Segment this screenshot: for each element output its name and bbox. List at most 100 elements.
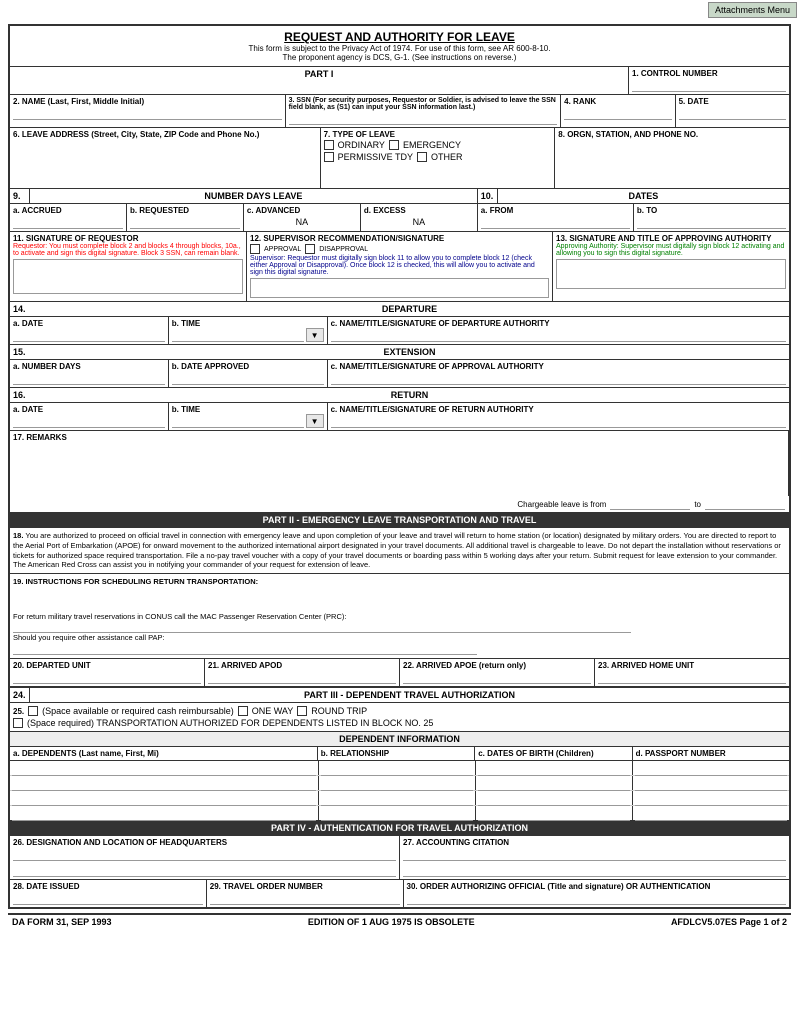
field16b-time: b. TIME ▼	[169, 403, 328, 430]
dep3-rel-input[interactable]	[321, 792, 473, 806]
field19-pap-input[interactable]	[13, 643, 477, 655]
departure-date-input[interactable]	[13, 328, 165, 342]
control-number-input[interactable]	[632, 78, 786, 92]
emergency-label: EMERGENCY	[403, 140, 461, 150]
return-time-input[interactable]	[172, 414, 304, 428]
chargeable-row: Chargeable leave is from to	[10, 496, 789, 512]
date-issued-input[interactable]	[13, 891, 203, 905]
field24-num: 24.	[10, 688, 30, 702]
permissive-checkbox[interactable]	[324, 152, 334, 162]
sig11-area[interactable]	[13, 259, 243, 294]
ext-authority-input[interactable]	[331, 371, 786, 385]
rank-input[interactable]	[564, 106, 671, 120]
field14b-time: b. TIME ▼	[169, 317, 328, 344]
part4-header: PART IV - AUTHENTICATION FOR TRAVEL AUTH…	[10, 821, 789, 836]
dep1-passport-input[interactable]	[635, 762, 787, 776]
to-input[interactable]	[637, 215, 786, 229]
field15b-dateapproved: b. DATE APPROVED	[169, 360, 328, 387]
departure-authority-input[interactable]	[331, 328, 786, 342]
dep1-dob-input[interactable]	[478, 762, 630, 776]
round-trip-checkbox[interactable]	[297, 706, 307, 716]
departed-unit-input[interactable]	[13, 670, 201, 684]
emergency-checkbox[interactable]	[389, 140, 399, 150]
address-input[interactable]	[13, 139, 317, 184]
arrived-apoe-input[interactable]	[403, 670, 591, 684]
dep2-dob-input[interactable]	[478, 777, 630, 791]
field21-arrived-apod: 21. ARRIVED APOD	[205, 659, 400, 686]
ext-dateapproved-input[interactable]	[172, 371, 324, 385]
field6-address: 6. LEAVE ADDRESS (Street, City, State, Z…	[10, 128, 321, 188]
accounting-input2[interactable]	[403, 863, 786, 877]
field10a: a. FROM	[478, 204, 634, 231]
form-title: REQUEST AND AUTHORITY FOR LEAVE	[12, 30, 787, 44]
dep3-passport-input[interactable]	[635, 792, 787, 806]
ordinary-label: ORDINARY	[338, 140, 385, 150]
remarks-input[interactable]	[13, 442, 785, 492]
permissive-label: PERMISSIVE TDY	[338, 152, 413, 162]
ssn-input[interactable]	[289, 111, 558, 125]
field16a-date: a. DATE	[10, 403, 169, 430]
time-dropdown-arrow[interactable]: ▼	[306, 328, 324, 342]
date-input[interactable]	[679, 106, 786, 120]
dep4-rel-input[interactable]	[321, 807, 473, 821]
dep-info-header: DEPENDENT INFORMATION	[10, 732, 789, 747]
approval-checkbox[interactable]	[250, 244, 260, 254]
dep4-passport-input[interactable]	[635, 807, 787, 821]
return-date-input[interactable]	[13, 414, 165, 428]
form-subtitle2: The proponent agency is DCS, G-1. (See i…	[12, 53, 787, 62]
hq-input2[interactable]	[13, 863, 396, 877]
field9b: b. REQUESTED	[127, 204, 244, 231]
ordinary-checkbox[interactable]	[324, 140, 334, 150]
dep1-name-input[interactable]	[12, 762, 316, 776]
field9d: d. EXCESS NA	[361, 204, 477, 231]
dep2-name-input[interactable]	[12, 777, 316, 791]
one-way-label: ONE WAY	[252, 706, 294, 716]
dep4-name-input[interactable]	[12, 807, 316, 821]
field29-travel-order: 29. TRAVEL ORDER NUMBER	[207, 880, 404, 907]
requested-input[interactable]	[130, 215, 240, 229]
footer-edition-label: EDITION OF 1 AUG 1975 IS OBSOLETE	[308, 917, 475, 927]
other-checkbox[interactable]	[417, 152, 427, 162]
field8-orgn: 8. ORGN, STATION, AND PHONE NO.	[555, 128, 789, 188]
field10-header: DATES	[498, 189, 789, 203]
return-time-dropdown[interactable]: ▼	[306, 414, 324, 428]
dep3-dob-input[interactable]	[478, 792, 630, 806]
field17-remarks-section: 17. REMARKS Chargeable leave is from to	[10, 431, 789, 513]
dep1-rel-input[interactable]	[321, 762, 473, 776]
departure-time-input[interactable]	[172, 328, 304, 342]
dep3-name-input[interactable]	[12, 792, 316, 806]
space-avail-checkbox[interactable]	[28, 706, 38, 716]
dep4-dob-input[interactable]	[478, 807, 630, 821]
return-authority-input[interactable]	[331, 414, 786, 428]
travel-order-input[interactable]	[210, 891, 400, 905]
dep-row-1	[10, 761, 789, 776]
ext-numdays-input[interactable]	[13, 371, 165, 385]
from-input[interactable]	[481, 215, 630, 229]
one-way-checkbox[interactable]	[238, 706, 248, 716]
attachments-menu-button[interactable]: Attachments Menu	[708, 2, 797, 18]
dep2-passport-input[interactable]	[635, 777, 787, 791]
chargeable-to-input[interactable]	[705, 498, 785, 510]
disapproval-checkbox[interactable]	[305, 244, 315, 254]
field27-accounting: 27. ACCOUNTING CITATION	[400, 836, 789, 879]
auth-official-input[interactable]	[407, 891, 787, 905]
dep2-rel-input[interactable]	[321, 777, 473, 791]
space-req-checkbox[interactable]	[13, 718, 23, 728]
sig13-area[interactable]	[556, 259, 786, 289]
field30-authorizing-official: 30. ORDER AUTHORIZING OFFICIAL (Title an…	[404, 880, 790, 907]
arrived-apod-input[interactable]	[208, 670, 396, 684]
field19-instructions-input[interactable]	[13, 587, 786, 609]
arrived-home-input[interactable]	[598, 670, 786, 684]
accounting-input[interactable]	[403, 847, 786, 861]
field25-num: 25.	[13, 707, 24, 716]
hq-input[interactable]	[13, 847, 396, 861]
chargeable-from-input[interactable]	[610, 498, 690, 510]
sig12-area[interactable]	[250, 278, 549, 298]
accrued-input[interactable]	[13, 215, 123, 229]
field10-num: 10.	[478, 189, 498, 203]
field19-conus-input[interactable]	[13, 621, 631, 633]
round-trip-label: ROUND TRIP	[311, 706, 367, 716]
field14a-date: a. DATE	[10, 317, 169, 344]
orgn-input[interactable]	[558, 139, 786, 184]
name-input[interactable]	[13, 106, 282, 120]
